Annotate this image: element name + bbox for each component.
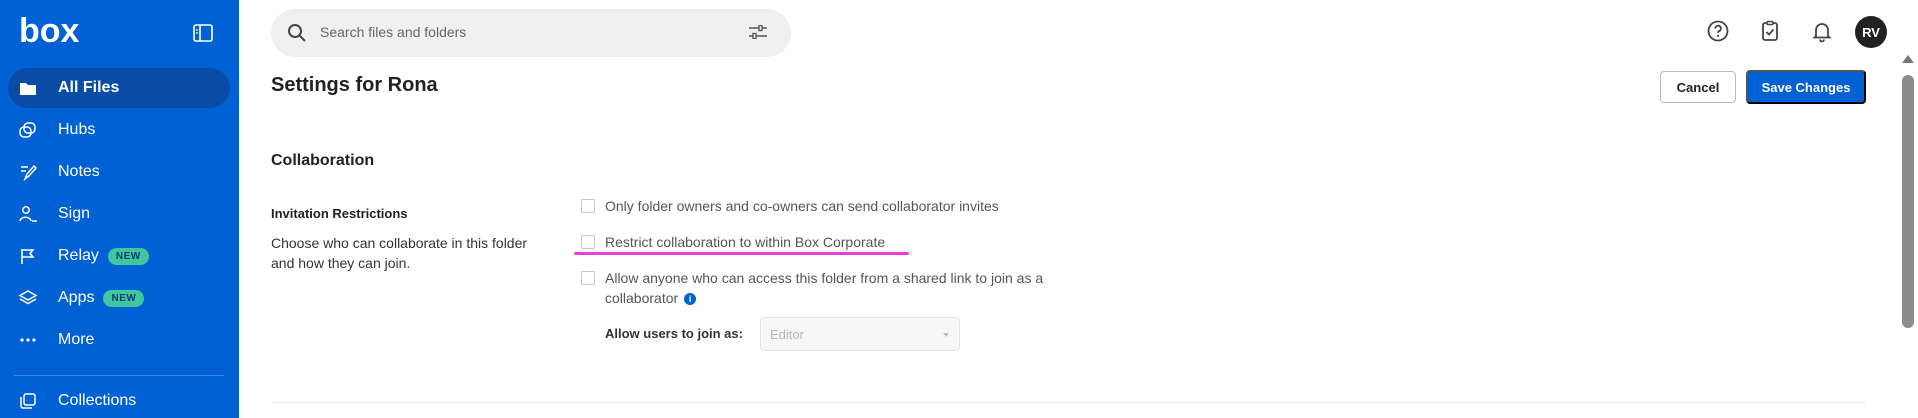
section-title: Collaboration bbox=[271, 152, 375, 169]
highlight-underline bbox=[574, 252, 909, 255]
subsection-title: Invitation Restrictions bbox=[271, 206, 408, 221]
sidebar-item-apps[interactable]: Apps NEW bbox=[8, 278, 230, 318]
sidebar-item-all-files[interactable]: All Files bbox=[8, 68, 230, 108]
sidebar-item-label: Relay bbox=[58, 247, 99, 264]
new-badge: NEW bbox=[107, 247, 149, 265]
help-icon[interactable] bbox=[1706, 19, 1730, 43]
page-title: Settings for Rona bbox=[271, 74, 438, 96]
hubs-icon bbox=[18, 120, 38, 140]
sidebar-collapse-icon[interactable] bbox=[193, 24, 213, 42]
apps-icon bbox=[18, 288, 38, 308]
sidebar-item-label: Sign bbox=[58, 205, 91, 222]
scrollbar-thumb[interactable] bbox=[1902, 75, 1914, 328]
collections-icon bbox=[18, 391, 38, 411]
sidebar-item-label: Apps bbox=[58, 289, 95, 306]
section-divider bbox=[271, 402, 1866, 403]
option-label: Only folder owners and co-owners can sen… bbox=[605, 198, 999, 214]
sidebar-item-label: More bbox=[58, 331, 95, 348]
cancel-button[interactable]: Cancel bbox=[1660, 71, 1736, 103]
search-bar[interactable]: Search files and folders bbox=[271, 9, 791, 57]
sidebar: box All Files Hubs Notes Sign Relay NEW bbox=[0, 0, 239, 418]
checkbox[interactable] bbox=[581, 199, 595, 213]
join-as-select[interactable]: Editor bbox=[760, 317, 960, 351]
join-as-value: Editor bbox=[770, 327, 804, 342]
sidebar-item-label: Hubs bbox=[58, 121, 96, 138]
search-icon bbox=[287, 23, 307, 48]
notifications-bell-icon[interactable] bbox=[1810, 19, 1834, 43]
scroll-up-arrow-icon[interactable] bbox=[1902, 55, 1914, 63]
option-label: Allow anyone who can access this folder … bbox=[605, 270, 1044, 306]
sidebar-divider bbox=[14, 375, 224, 376]
sidebar-item-relay[interactable]: Relay NEW bbox=[8, 236, 230, 276]
sign-icon bbox=[18, 204, 38, 224]
filter-sliders-icon[interactable] bbox=[748, 24, 768, 44]
checkbox[interactable] bbox=[581, 235, 595, 249]
sidebar-item-label: Notes bbox=[58, 163, 100, 180]
info-icon[interactable]: i bbox=[684, 293, 697, 306]
sidebar-item-label: All Files bbox=[58, 79, 120, 96]
chevron-down-icon bbox=[943, 333, 949, 337]
sidebar-item-collections[interactable]: Collections bbox=[8, 381, 230, 418]
option-restrict-collaboration[interactable]: Restrict collaboration to within Box Cor… bbox=[581, 232, 885, 252]
save-changes-button[interactable]: Save Changes bbox=[1746, 70, 1866, 104]
folder-icon bbox=[18, 78, 38, 98]
user-avatar[interactable]: RV bbox=[1855, 16, 1887, 48]
new-badge: NEW bbox=[103, 289, 145, 307]
relay-flag-icon bbox=[18, 246, 38, 266]
sidebar-item-hubs[interactable]: Hubs bbox=[8, 110, 230, 150]
sidebar-item-label: Collections bbox=[58, 392, 137, 409]
option-label: Restrict collaboration to within Box Cor… bbox=[605, 234, 886, 250]
notes-icon bbox=[18, 162, 38, 182]
app-root: box All Files Hubs Notes Sign Relay NEW bbox=[0, 0, 1918, 418]
svg-text:box: box bbox=[19, 14, 80, 48]
option-owners-only-invites[interactable]: Only folder owners and co-owners can sen… bbox=[581, 196, 999, 216]
sidebar-item-more[interactable]: More bbox=[8, 320, 230, 360]
sidebar-item-notes[interactable]: Notes bbox=[8, 152, 230, 192]
sidebar-item-sign[interactable]: Sign bbox=[8, 194, 230, 234]
checkbox[interactable] bbox=[581, 271, 595, 285]
tasks-clipboard-icon[interactable] bbox=[1758, 19, 1782, 43]
section-description: Choose who can collaborate in this folde… bbox=[271, 235, 528, 271]
join-as-label: Allow users to join as: bbox=[605, 326, 743, 341]
search-input[interactable]: Search files and folders bbox=[320, 24, 466, 40]
option-shared-link-join[interactable]: Allow anyone who can access this folder … bbox=[581, 268, 1081, 308]
more-dots-icon bbox=[18, 330, 38, 350]
box-logo[interactable]: box bbox=[19, 12, 81, 53]
